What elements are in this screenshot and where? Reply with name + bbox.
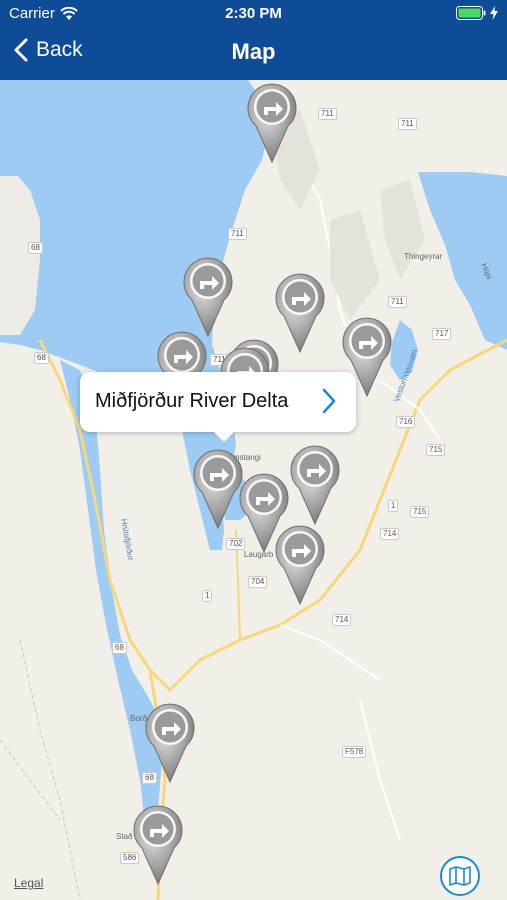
road-shield: F578 xyxy=(342,746,367,758)
road-shield: 68 xyxy=(28,242,43,254)
map-view[interactable]: 711 711 711 711 68 68 711 717 716 715 1 … xyxy=(0,80,507,900)
charging-icon xyxy=(490,6,498,20)
road-shield: 715 xyxy=(410,506,430,518)
chevron-right-icon xyxy=(322,388,336,414)
road-shield: 717 xyxy=(432,328,452,340)
road-shield: 714 xyxy=(332,614,352,626)
status-bar: Carrier 2:30 PM xyxy=(0,0,507,28)
location-pin[interactable] xyxy=(192,448,244,530)
road-shield: 711 xyxy=(388,296,407,308)
road-shield: 1 xyxy=(388,500,399,512)
status-time: 2:30 PM xyxy=(225,5,282,22)
road-shield: 716 xyxy=(396,416,416,428)
map-mode-button[interactable] xyxy=(440,856,480,896)
location-pin[interactable] xyxy=(274,272,326,354)
callout-title: Miðfjörður River Delta xyxy=(95,390,289,412)
pin-callout[interactable]: Miðfjörður River Delta xyxy=(80,372,356,442)
road-shield: 711 xyxy=(398,118,417,130)
location-pin[interactable] xyxy=(274,524,326,606)
location-pin[interactable] xyxy=(182,256,234,338)
navigation-bar: Back Map xyxy=(0,28,507,80)
place-label: Stað xyxy=(116,832,133,841)
location-pin[interactable] xyxy=(289,444,341,526)
callout-tail xyxy=(212,430,236,442)
place-label: Thingeyrar xyxy=(404,252,443,261)
page-title: Map xyxy=(231,39,276,64)
road-shield: 715 xyxy=(426,444,446,456)
road-shield: 711 xyxy=(228,228,247,240)
location-pin[interactable] xyxy=(144,702,196,784)
road-shield: 1 xyxy=(202,590,213,602)
location-pin[interactable] xyxy=(132,804,184,886)
road-shield: 711 xyxy=(318,108,337,120)
battery-icon xyxy=(456,6,486,20)
road-shield: 68 xyxy=(112,642,127,654)
map-icon xyxy=(449,866,471,886)
road-shield: 714 xyxy=(380,528,400,540)
location-pin[interactable] xyxy=(246,82,298,164)
legal-link[interactable]: Legal xyxy=(14,876,43,890)
battery-indicator xyxy=(456,6,498,20)
road-shield: 68 xyxy=(34,352,49,364)
road-shield: 704 xyxy=(248,576,268,588)
